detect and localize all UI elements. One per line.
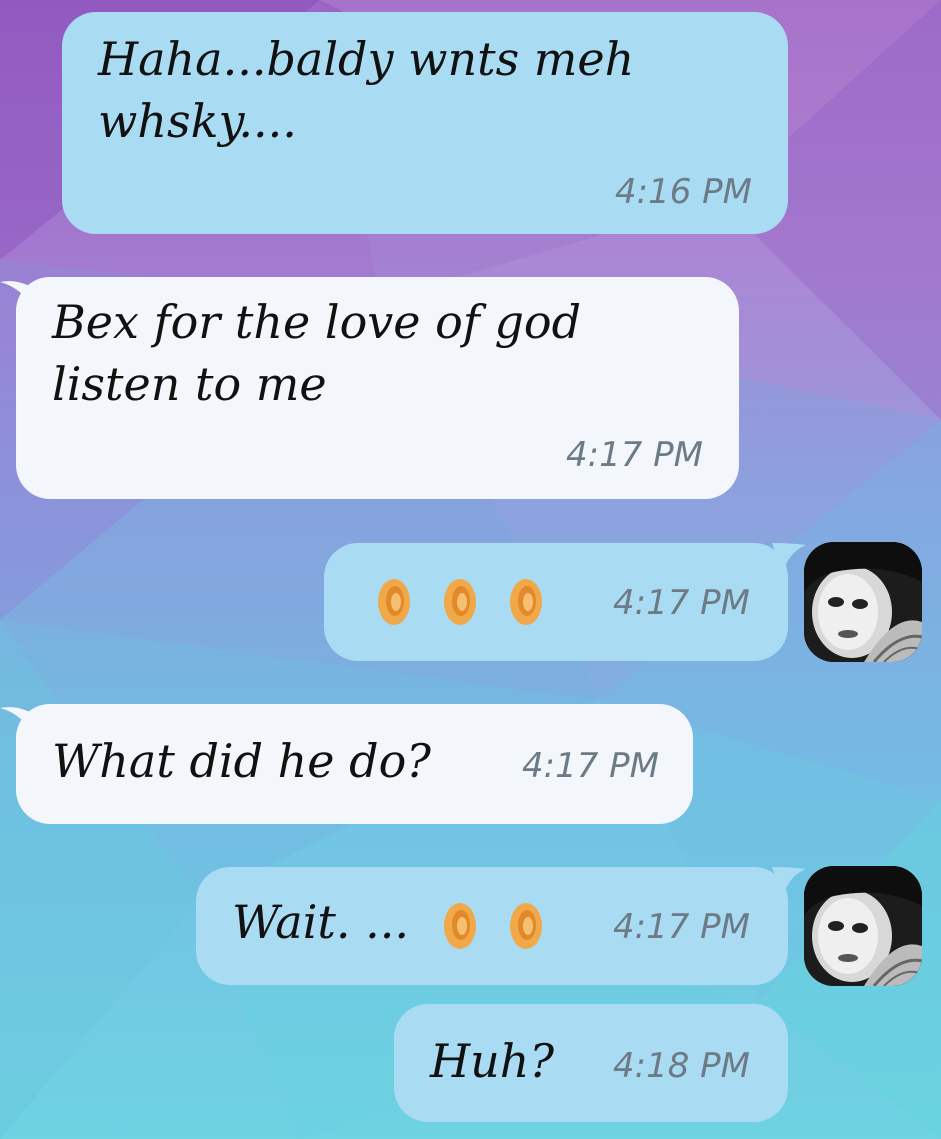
- contact-avatar[interactable]: [804, 542, 922, 662]
- message-timestamp: 4:17 PM: [613, 907, 750, 947]
- message-bubble-outgoing[interactable]: 4:17 PM: [324, 543, 788, 661]
- message-timestamp: 4:17 PM: [522, 746, 659, 786]
- ear-icon: [510, 579, 542, 625]
- message-bubble-incoming[interactable]: What did he do? 4:17 PM: [16, 704, 693, 824]
- message-bubble-outgoing[interactable]: Wait. ... 4:17 PM: [196, 867, 788, 985]
- ear-icon: [510, 903, 542, 949]
- message-timestamp: 4:18 PM: [613, 1046, 750, 1086]
- ear-icon: [378, 579, 410, 625]
- message-text: Bex for the love of god listen to me: [52, 295, 582, 411]
- bubble-tail: [0, 281, 40, 318]
- message-timestamp: 4:16 PM: [615, 172, 752, 212]
- bubble-tail: [772, 867, 806, 897]
- message-text: Huh?: [430, 1034, 555, 1088]
- ear-icon: [444, 903, 476, 949]
- message-text: What did he do?: [52, 734, 431, 788]
- avatar-image: [804, 542, 922, 662]
- bubble-tail: [0, 707, 40, 744]
- message-timestamp: 4:17 PM: [566, 435, 703, 475]
- bubble-tail: [772, 543, 806, 573]
- message-timestamp: 4:17 PM: [613, 583, 750, 623]
- message-bubble-incoming[interactable]: Bex for the love of god listen to me 4:1…: [16, 277, 739, 499]
- avatar-image: [804, 866, 922, 986]
- message-bubble-outgoing[interactable]: Haha...baldy wnts meh whsky.... 4:16 PM: [62, 12, 788, 234]
- contact-avatar[interactable]: [804, 866, 922, 986]
- message-text: Wait. ...: [232, 895, 410, 949]
- ear-icon: [444, 579, 476, 625]
- message-text: Haha...baldy wnts meh whsky....: [98, 32, 635, 148]
- message-bubble-outgoing[interactable]: Huh? 4:18 PM: [394, 1004, 788, 1122]
